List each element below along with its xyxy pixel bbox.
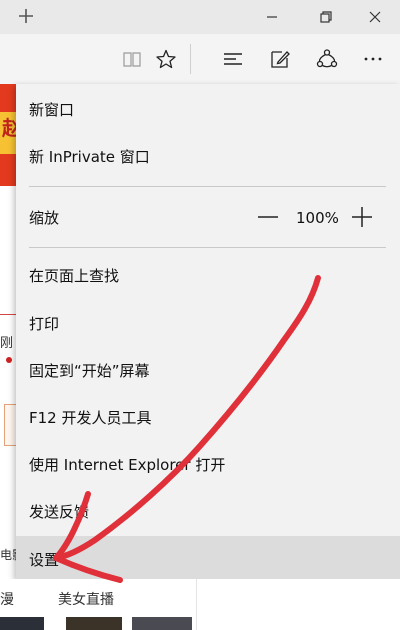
hub-icon[interactable]	[222, 48, 244, 70]
restore-icon[interactable]	[315, 6, 337, 28]
menu-item-label: 使用 Internet Explorer 打开	[29, 456, 226, 474]
menu-item-label: 发送反馈	[29, 503, 90, 521]
close-icon[interactable]	[364, 6, 386, 28]
menu-item-settings[interactable]: 设置	[16, 536, 400, 579]
menu-item-label: F12 开发人员工具	[29, 409, 152, 427]
bottom-divider	[196, 579, 197, 630]
menu-item-label: 打印	[29, 315, 60, 333]
menu-item-label: 在页面上查找	[29, 267, 120, 285]
favorite-star-icon[interactable]	[155, 48, 177, 70]
zoom-level: 100%	[296, 209, 339, 227]
menu-item-label: 新 InPrivate 窗口	[29, 148, 150, 166]
bottom-tab[interactable]: 美女直播	[58, 589, 114, 609]
menu-divider	[29, 247, 386, 248]
menu-item-label: 固定到“开始”屏幕	[29, 362, 150, 380]
menu-item-label: 设置	[29, 551, 60, 569]
more-icon[interactable]	[362, 48, 384, 70]
settings-menu: 新窗口 新 InPrivate 窗口 缩放 100% 在页面上查找 打印 固定到…	[16, 84, 400, 579]
title-bar	[0, 0, 400, 34]
toolbar-separator	[190, 44, 191, 74]
menu-divider	[29, 186, 386, 187]
reading-view-icon[interactable]	[121, 48, 143, 70]
page-bottom-nav: 漫 美女直播	[0, 579, 400, 630]
web-note-icon[interactable]	[269, 48, 291, 70]
menu-item-label: 新窗口	[29, 101, 75, 119]
plus-icon[interactable]	[16, 6, 36, 26]
thumbnail-image[interactable]	[0, 617, 44, 630]
thumbnail-image[interactable]	[66, 617, 122, 630]
zoom-out-icon[interactable]	[257, 206, 279, 228]
zoom-in-icon[interactable]	[351, 206, 373, 228]
thumbnail-image[interactable]	[132, 617, 192, 630]
menu-item-label: 缩放	[29, 209, 60, 227]
bottom-tab[interactable]: 漫	[0, 589, 14, 609]
minimize-icon[interactable]	[261, 6, 283, 28]
red-dot	[6, 357, 12, 363]
side-text: 刚	[0, 336, 14, 351]
browser-toolbar	[0, 34, 400, 85]
share-icon[interactable]	[316, 48, 338, 70]
